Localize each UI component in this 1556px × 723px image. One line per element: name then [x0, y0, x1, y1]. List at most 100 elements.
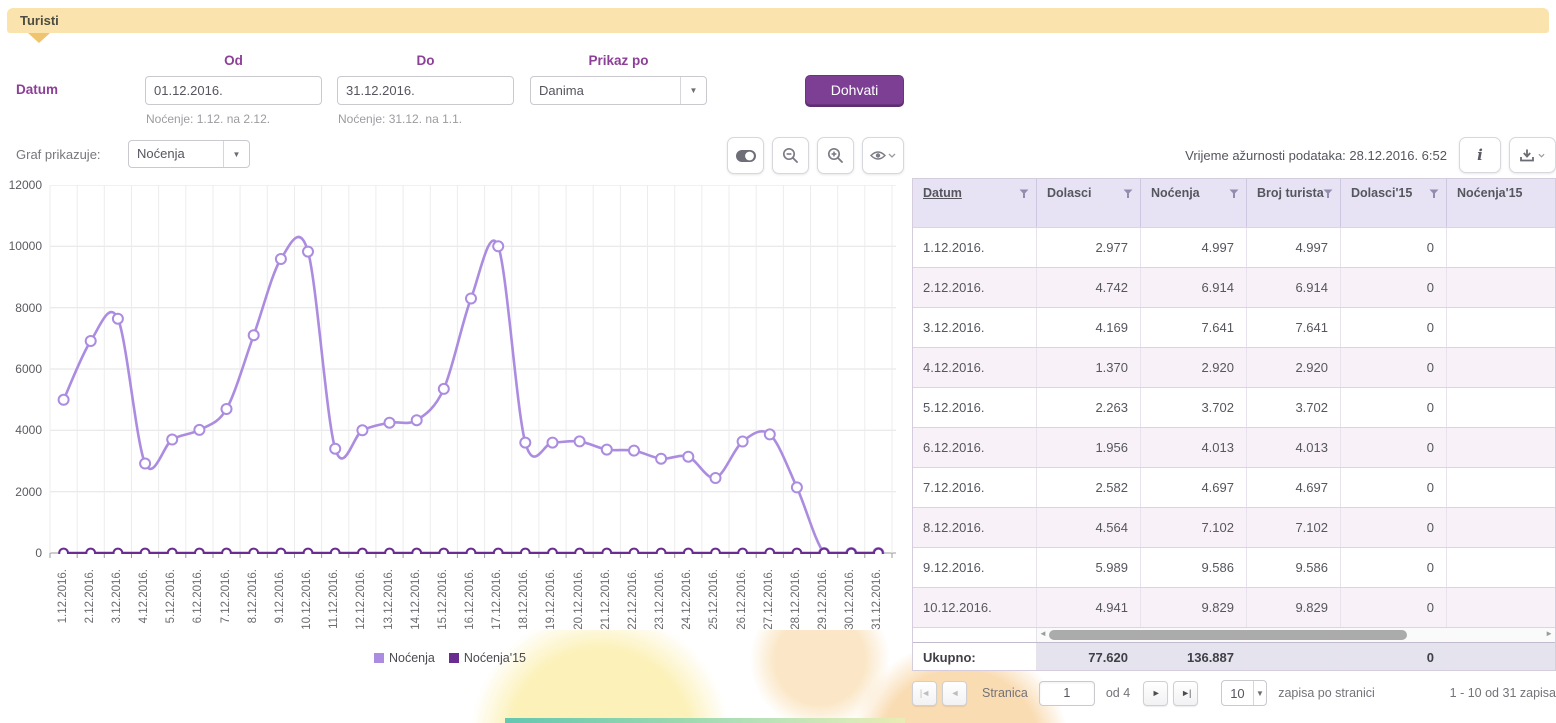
table-cell: 9.586	[1247, 548, 1341, 587]
table-row[interactable]: 10.12.2016.4.9419.8299.8290	[913, 587, 1556, 627]
chevron-down-icon: ▼	[1253, 681, 1267, 705]
totals-cell: 0	[1341, 643, 1447, 670]
results-table: DatumDolasciNoćenjaBroj turistaDolasci'1…	[912, 178, 1556, 671]
table-row[interactable]: 6.12.2016.1.9564.0134.0130	[913, 427, 1556, 467]
accordion-pointer	[28, 33, 50, 43]
column-header-4[interactable]: Dolasci'15	[1341, 179, 1447, 227]
column-header-0[interactable]: Datum	[913, 179, 1037, 227]
scrollbar-track[interactable]: ◄ ►	[1037, 628, 1555, 642]
table-cell: 4.997	[1247, 228, 1341, 267]
date-to-hint: Noćenje: 31.12. na 1.1.	[338, 112, 462, 126]
date-from-input[interactable]	[146, 77, 322, 104]
chart-plot-area[interactable]	[46, 185, 900, 565]
filter-icon[interactable]	[1429, 189, 1439, 199]
info-icon: i	[1477, 146, 1483, 164]
x-tick-label: 20.12.2016.	[573, 569, 585, 630]
accordion-header-turisti[interactable]: Turisti	[7, 8, 1549, 33]
table-cell: 1.12.2016.	[913, 228, 1037, 267]
first-page-button[interactable]: |◄	[912, 681, 937, 706]
table-cell: 4.013	[1247, 428, 1341, 467]
series-0	[59, 237, 884, 558]
legend-swatch	[449, 653, 459, 663]
table-cell: 0	[1341, 348, 1447, 387]
scroll-right-icon[interactable]: ►	[1545, 629, 1553, 638]
filter-icon[interactable]	[1019, 189, 1029, 199]
column-header-1[interactable]: Dolasci	[1037, 179, 1141, 227]
table-row[interactable]: 2.12.2016.4.7426.9146.9140	[913, 267, 1556, 307]
zoom-out-button[interactable]	[772, 137, 809, 174]
scrollbar-thumb[interactable]	[1049, 630, 1407, 640]
x-tick-label: 2.12.2016.	[84, 569, 96, 623]
toggle-series-button[interactable]	[727, 137, 764, 174]
table-header-row: DatumDolasciNoćenjaBroj turistaDolasci'1…	[913, 179, 1556, 227]
last-page-button[interactable]: ►|	[1173, 681, 1198, 706]
chart-canvas	[46, 185, 900, 565]
table-row[interactable]: 9.12.2016.5.9899.5869.5860	[913, 547, 1556, 587]
chart-legend[interactable]: Noćenja Noćenja'15	[0, 651, 900, 665]
info-button[interactable]: i	[1459, 137, 1501, 173]
export-button[interactable]	[1509, 137, 1556, 173]
table-cell: 0	[1341, 508, 1447, 547]
table-row[interactable]: 4.12.2016.1.3702.9202.9200	[913, 347, 1556, 387]
legend-item[interactable]: Noćenja	[374, 651, 435, 665]
table-cell: 7.641	[1141, 308, 1247, 347]
x-tick-label: 21.12.2016.	[600, 569, 612, 630]
column-header-3[interactable]: Broj turista	[1247, 179, 1341, 227]
previous-page-button[interactable]: ◄	[942, 681, 967, 706]
scrollbar-spacer	[913, 628, 1037, 642]
zoom-in-icon	[827, 147, 844, 164]
graf-prikazuje-select[interactable]: Noćenja ▼	[128, 140, 250, 168]
datum-label: Datum	[16, 82, 58, 97]
table-cell: 2.582	[1037, 468, 1141, 507]
x-tick-label: 31.12.2016.	[871, 569, 883, 630]
accordion-title: Turisti	[20, 13, 59, 28]
table-cell: 3.702	[1247, 388, 1341, 427]
zoom-in-button[interactable]	[817, 137, 854, 174]
table-cell: 5.12.2016.	[913, 388, 1037, 427]
column-header-5[interactable]: Noćenja'15	[1447, 179, 1556, 227]
table-cell: 6.12.2016.	[913, 428, 1037, 467]
table-cell: 2.263	[1037, 388, 1141, 427]
table-row[interactable]: 3.12.2016.4.1697.6417.6410	[913, 307, 1556, 347]
x-tick-label: 12.12.2016.	[355, 569, 367, 630]
download-icon	[1520, 149, 1534, 162]
y-tick-label: 12000	[0, 178, 42, 192]
table-row[interactable]: 7.12.2016.2.5824.6974.6970	[913, 467, 1556, 507]
table-cell: 2.920	[1247, 348, 1341, 387]
table-cell: 0	[1341, 308, 1447, 347]
table-cell	[1447, 428, 1556, 467]
table-row[interactable]: 1.12.2016.2.9774.9974.9970	[913, 227, 1556, 267]
x-tick-label: 26.12.2016.	[736, 569, 748, 630]
table-cell: 9.586	[1141, 548, 1247, 587]
legend-label: Noćenja'15	[464, 651, 526, 665]
x-tick-label: 11.12.2016.	[328, 569, 340, 629]
table-row[interactable]: 5.12.2016.2.2633.7023.7020	[913, 387, 1556, 427]
graf-prikazuje-value: Noćenja	[129, 141, 223, 167]
date-to-input[interactable]	[338, 77, 514, 104]
scroll-left-icon[interactable]: ◄	[1039, 629, 1047, 638]
column-header-2[interactable]: Noćenja	[1141, 179, 1247, 227]
legend-item[interactable]: Noćenja'15	[449, 651, 526, 665]
table-cell: 4.742	[1037, 268, 1141, 307]
page-number-input[interactable]	[1039, 681, 1095, 706]
dohvati-button-label: Dohvati	[831, 82, 878, 98]
y-tick-label: 0	[0, 546, 42, 560]
page-size-select[interactable]: 10 ▼	[1221, 680, 1267, 706]
filter-icon[interactable]	[1229, 189, 1239, 199]
prikaz-po-select[interactable]: Danima ▼	[530, 76, 707, 105]
y-tick-label: 4000	[0, 423, 42, 437]
table-cell: 4.169	[1037, 308, 1141, 347]
table-row[interactable]: 8.12.2016.4.5647.1027.1020	[913, 507, 1556, 547]
filter-icon[interactable]	[1123, 189, 1133, 199]
next-page-button[interactable]: ►	[1143, 681, 1168, 706]
filter-icon[interactable]	[1323, 189, 1333, 199]
x-tick-label: 27.12.2016.	[763, 569, 775, 630]
dohvati-button[interactable]: Dohvati	[805, 75, 904, 105]
table-cell: 0	[1341, 268, 1447, 307]
x-tick-label: 5.12.2016.	[165, 569, 177, 623]
table-cell	[1447, 268, 1556, 307]
table-cell: 6.914	[1141, 268, 1247, 307]
table-cell	[1447, 348, 1556, 387]
visibility-menu-button[interactable]	[862, 137, 904, 174]
table-cell: 4.697	[1247, 468, 1341, 507]
